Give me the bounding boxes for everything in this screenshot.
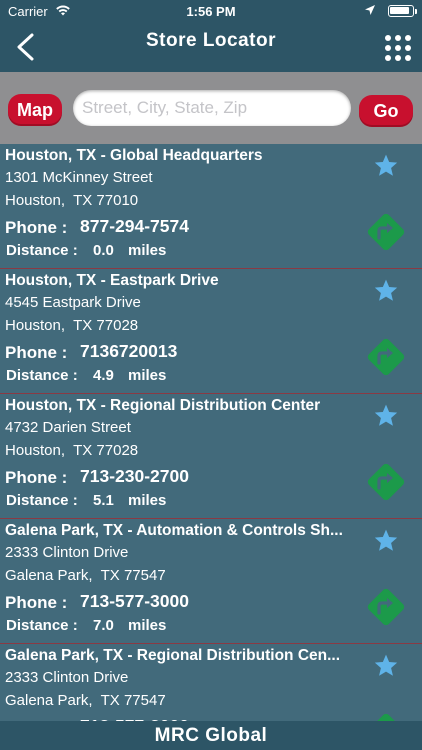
favorite-star-icon[interactable] <box>373 278 399 304</box>
store-street: 2333 Clinton Drive <box>5 669 129 686</box>
distance-label: Distance : <box>6 617 78 634</box>
favorite-star-icon[interactable] <box>373 528 399 554</box>
store-city-state-zip: Galena Park, TX 77547 <box>5 567 166 584</box>
store-city-state-zip: Houston, TX 77028 <box>5 442 139 459</box>
store-street: 4732 Darien Street <box>5 419 131 436</box>
phone-number[interactable]: 7136720013 <box>80 341 177 362</box>
battery-nub <box>415 9 417 14</box>
store-city-state-zip: Galena Park, TX 77547 <box>5 692 166 709</box>
store-list-item[interactable]: Galena Park, TX - Automation & Controls … <box>0 519 422 644</box>
distance-label: Distance : <box>6 492 78 509</box>
favorite-star-icon[interactable] <box>373 653 399 679</box>
store-city-state-zip: Houston, TX 77010 <box>5 192 139 209</box>
store-city-state-zip: Houston, TX 77028 <box>5 317 139 334</box>
phone-label: Phone : <box>5 218 68 237</box>
distance-value: 0.0 <box>93 242 114 259</box>
distance-label: Distance : <box>6 367 78 384</box>
distance-unit: miles <box>128 242 167 259</box>
store-list[interactable]: Houston, TX - Global Headquarters 1301 M… <box>0 144 422 721</box>
distance-unit: miles <box>128 492 167 509</box>
directions-icon[interactable] <box>364 710 408 721</box>
clock: 1:56 PM <box>186 4 236 19</box>
directions-icon[interactable] <box>364 210 408 254</box>
store-street: 2333 Clinton Drive <box>5 544 129 561</box>
grid-menu-icon[interactable] <box>384 34 412 62</box>
phone-label: Phone : <box>5 468 68 487</box>
distance-value: 7.0 <box>93 617 114 634</box>
distance-label: Distance : <box>6 242 78 259</box>
store-name: Galena Park, TX - Automation & Controls … <box>5 522 343 539</box>
battery-icon <box>388 5 414 17</box>
store-name: Galena Park, TX - Regional Distribution … <box>5 647 341 664</box>
favorite-star-icon[interactable] <box>373 403 399 429</box>
status-bar: Carrier 1:56 PM <box>0 0 422 22</box>
directions-icon[interactable] <box>364 585 408 629</box>
store-street: 1301 McKinney Street <box>5 169 153 186</box>
store-list-item[interactable]: Houston, TX - Eastpark Drive 4545 Eastpa… <box>0 269 422 394</box>
distance-value: 4.9 <box>93 367 114 384</box>
footer-brand: MRC Global <box>0 721 422 750</box>
store-list-item[interactable]: Houston, TX - Regional Distribution Cent… <box>0 394 422 519</box>
favorite-star-icon[interactable] <box>373 153 399 179</box>
store-street: 4545 Eastpark Drive <box>5 294 141 311</box>
map-button[interactable]: Map <box>8 94 62 126</box>
distance-value: 5.1 <box>93 492 114 509</box>
store-list-item[interactable]: Houston, TX - Global Headquarters 1301 M… <box>0 144 422 269</box>
directions-icon[interactable] <box>364 335 408 379</box>
store-list-item[interactable]: Galena Park, TX - Regional Distribution … <box>0 644 422 721</box>
page-title: Store Locator <box>145 30 277 51</box>
phone-number[interactable]: 713-230-2700 <box>80 466 189 487</box>
search-bar: Map Go <box>0 72 422 144</box>
store-name: Houston, TX - Global Headquarters <box>5 147 263 164</box>
location-arrow-icon <box>365 5 375 15</box>
search-input[interactable] <box>73 90 351 126</box>
store-name: Houston, TX - Regional Distribution Cent… <box>5 397 321 414</box>
go-button[interactable]: Go <box>359 95 413 127</box>
phone-label: Phone : <box>5 593 68 612</box>
directions-icon[interactable] <box>364 460 408 504</box>
distance-unit: miles <box>128 367 167 384</box>
store-name: Houston, TX - Eastpark Drive <box>5 272 219 289</box>
nav-bar: Store Locator <box>0 22 422 72</box>
distance-unit: miles <box>128 617 167 634</box>
phone-number[interactable]: 713-577-3000 <box>80 591 189 612</box>
phone-label: Phone : <box>5 343 68 362</box>
phone-number[interactable]: 877-294-7574 <box>80 216 189 237</box>
